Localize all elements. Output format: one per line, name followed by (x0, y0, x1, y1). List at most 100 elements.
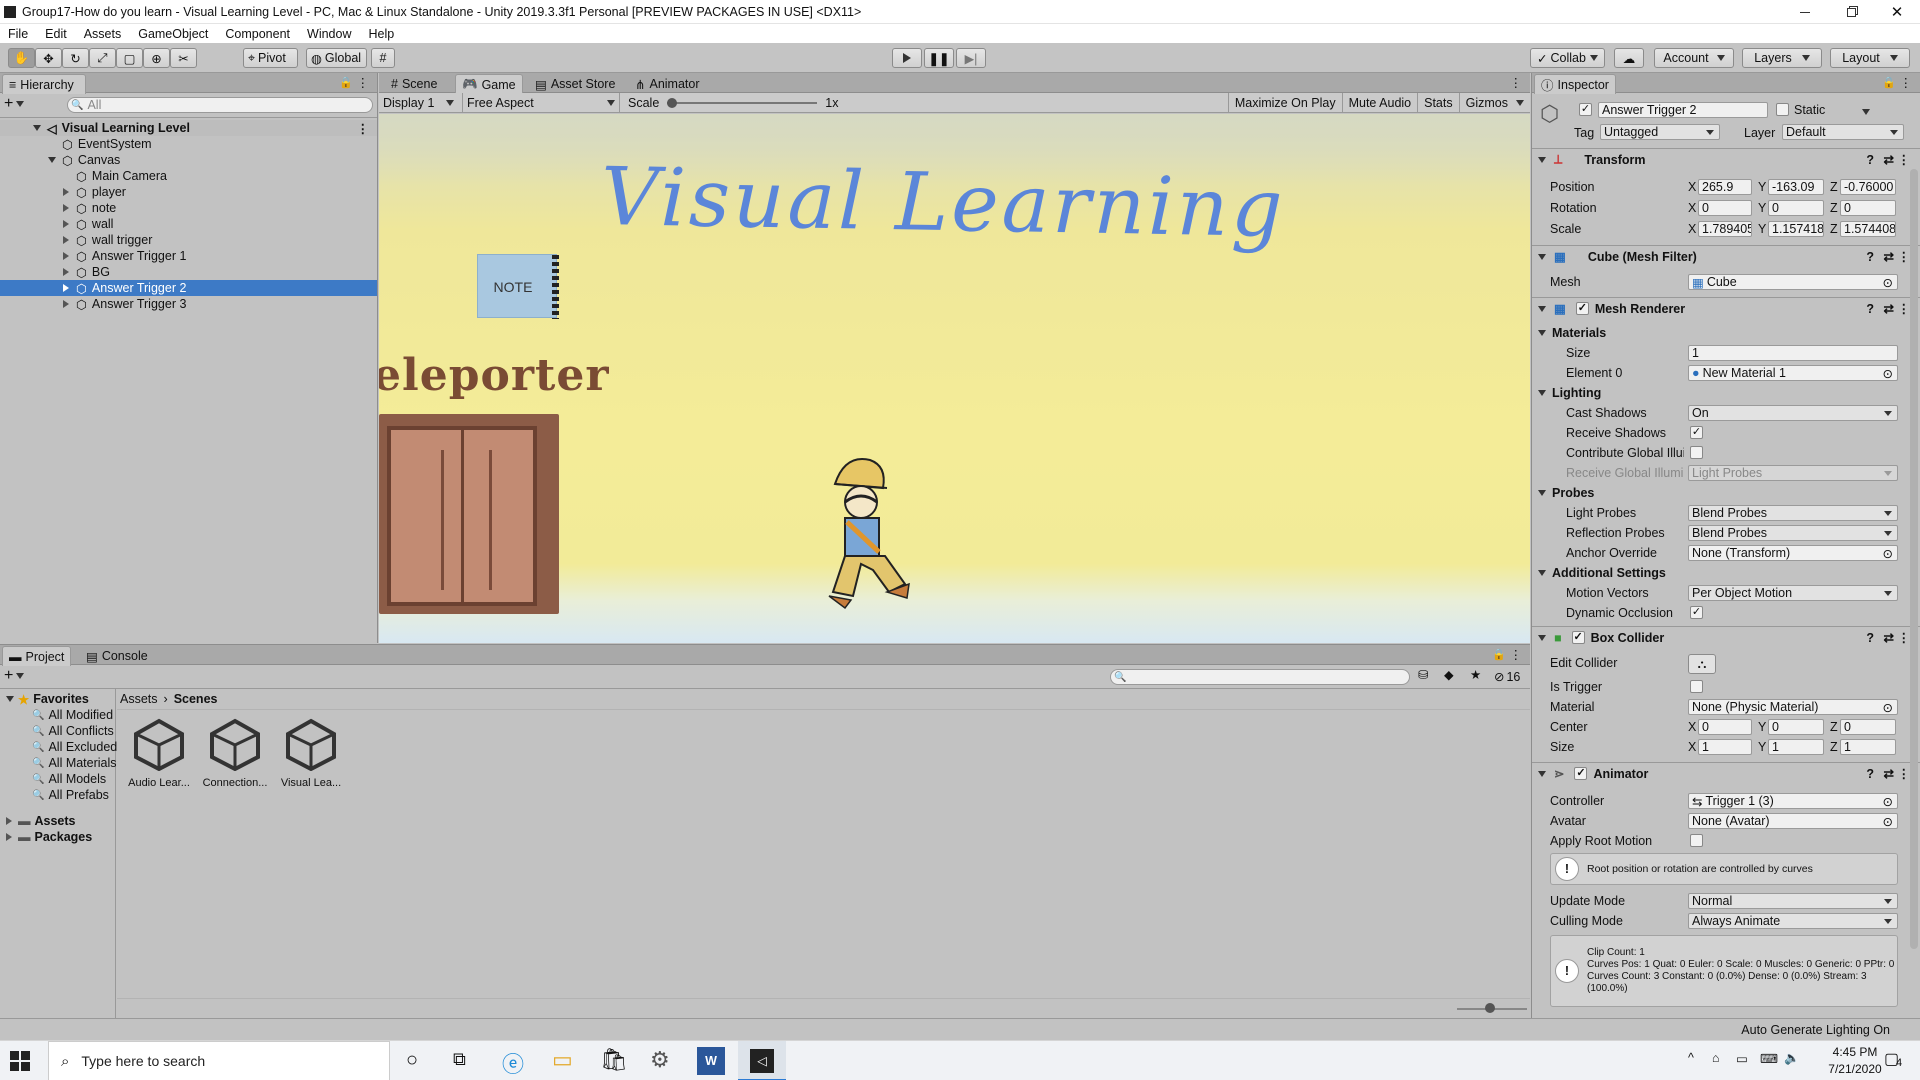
tab-game[interactable]: 🎮 Game (455, 74, 523, 94)
motion-vectors-dropdown[interactable]: Per Object Motion (1688, 585, 1898, 601)
hierarchy-item-answer-trigger-1[interactable]: ⬡ Answer Trigger 1 (0, 248, 377, 264)
light-probes-dropdown[interactable]: Blend Probes (1688, 505, 1898, 521)
scale-z-input[interactable]: 1.574408 (1840, 221, 1896, 237)
asset-item[interactable]: Connection... (202, 717, 268, 797)
file-explorer-icon[interactable]: ▭ (552, 1047, 573, 1073)
kebab-menu-icon[interactable]: ⋮ (1898, 301, 1911, 316)
help-icon[interactable]: ? (1866, 153, 1874, 167)
scale-tool-button[interactable]: ⤢ (89, 48, 116, 68)
gizmos-dropdown[interactable]: Gizmos (1458, 93, 1530, 113)
controller-field[interactable]: ⇆ Trigger 1 (3) ⊙ (1688, 793, 1898, 809)
rotation-z-input[interactable]: 0 (1840, 200, 1896, 216)
player-character[interactable] (815, 452, 915, 614)
help-icon[interactable]: ? (1866, 631, 1874, 645)
center-z-input[interactable]: 0 (1840, 719, 1896, 735)
breadcrumb-assets[interactable]: Assets (120, 692, 158, 706)
active-checkbox[interactable]: ✓ (1579, 103, 1592, 116)
collab-dropdown[interactable]: ✓ Collab (1530, 48, 1605, 68)
avatar-field[interactable]: None (Avatar) ⊙ (1688, 813, 1898, 829)
volume-icon[interactable]: 🔈 (1784, 1051, 1800, 1066)
assets-folder[interactable]: ▬ Assets (0, 813, 115, 829)
star-icon[interactable]: ★ (1470, 667, 1481, 682)
rotate-tool-button[interactable]: ↻ (62, 48, 89, 68)
hierarchy-item-wall-trigger[interactable]: ⬡ wall trigger (0, 232, 377, 248)
rotation-y-input[interactable]: 0 (1768, 200, 1824, 216)
keyboard-icon[interactable]: ⌨ (1760, 1051, 1778, 1066)
scale-slider[interactable] (667, 93, 818, 113)
materials-size-input[interactable]: 1 (1688, 345, 1898, 361)
dynamic-occlusion-checkbox[interactable]: ✓ (1690, 606, 1703, 619)
transform-tool-button[interactable]: ⊕ (143, 48, 170, 68)
hierarchy-item-main-camera[interactable]: ⬡ Main Camera (0, 168, 377, 184)
chevron-up-icon[interactable]: ^ (1688, 1051, 1694, 1065)
favorite-item[interactable]: 🔍 All Materials (0, 755, 117, 771)
size-x-input[interactable]: 1 (1698, 739, 1752, 755)
object-picker-icon[interactable]: ⊙ (1883, 794, 1893, 809)
slider-thumb[interactable] (1485, 1003, 1495, 1013)
move-tool-button[interactable]: ✥ (35, 48, 62, 68)
scene-root[interactable]: ◁ Visual Learning Level ⋮ (0, 120, 377, 136)
create-button[interactable]: + (4, 95, 25, 113)
menu-component[interactable]: Component (223, 27, 290, 41)
kebab-menu-icon[interactable]: ⋮ (1898, 152, 1911, 167)
pivot-toggle[interactable]: ⌖ Pivot (243, 48, 298, 68)
kebab-menu-icon[interactable]: ⋮ (1898, 766, 1911, 781)
layers-dropdown[interactable]: Layers (1742, 48, 1822, 68)
pause-button[interactable]: ❚❚ (924, 48, 954, 68)
preset-icon[interactable]: ⇄ (1884, 766, 1894, 781)
position-z-input[interactable]: -0.76000 (1840, 179, 1896, 195)
label-icon[interactable]: ◆ (1444, 667, 1454, 682)
component-enabled-checkbox[interactable]: ✓ (1571, 631, 1585, 644)
edit-collider-button[interactable]: ⛬ (1688, 654, 1716, 674)
component-enabled-checkbox[interactable]: ✓ (1574, 767, 1588, 780)
center-x-input[interactable]: 0 (1698, 719, 1752, 735)
additional-settings-section[interactable]: Additional Settings (1538, 566, 1666, 580)
element0-field[interactable]: ● New Material 1 ⊙ (1688, 365, 1898, 381)
object-picker-icon[interactable]: ⊙ (1883, 546, 1893, 561)
battery-icon[interactable]: ▭ (1736, 1051, 1748, 1066)
kebab-menu-icon[interactable]: ⋮ (1510, 75, 1523, 90)
mesh-filter-component-header[interactable]: ▦ Cube (Mesh Filter) ? ⇄ ⋮ (1532, 245, 1920, 267)
kebab-menu-icon[interactable]: ⋮ (357, 121, 370, 136)
hierarchy-search-input[interactable]: 🔍 All (67, 97, 373, 113)
favorite-item[interactable]: 🔍 All Prefabs (0, 787, 115, 803)
task-view-icon[interactable]: ⧉ (453, 1049, 466, 1070)
menu-help[interactable]: Help (366, 27, 394, 41)
object-picker-icon[interactable]: ⊙ (1883, 814, 1893, 829)
reflection-probes-dropdown[interactable]: Blend Probes (1688, 525, 1898, 541)
snap-button[interactable]: # (371, 48, 395, 68)
preset-icon[interactable]: ⇄ (1884, 630, 1894, 645)
object-name-input[interactable]: Answer Trigger 2 (1598, 102, 1768, 118)
preset-icon[interactable]: ⇄ (1884, 301, 1894, 316)
tab-project[interactable]: ▬ Project (2, 646, 72, 666)
global-toggle[interactable]: ◍ Global (306, 48, 367, 68)
hierarchy-item-answer-trigger-3[interactable]: ⬡ Answer Trigger 3 (0, 296, 377, 312)
close-window-button[interactable]: ✕ (1874, 0, 1920, 24)
mesh-renderer-component-header[interactable]: ▦ ✓ Mesh Renderer ? ⇄ ⋮ (1532, 297, 1920, 319)
project-search-input[interactable]: 🔍 (1110, 669, 1410, 685)
lock-icon[interactable]: 🔒 (339, 76, 353, 89)
edge-browser-icon[interactable]: ⓔ (502, 1047, 524, 1079)
hierarchy-item-wall[interactable]: ⬡ wall (0, 216, 377, 232)
cortana-icon[interactable]: ○ (406, 1049, 418, 1072)
tab-inspector[interactable]: ⓘ Inspector (1534, 74, 1616, 94)
rect-tool-button[interactable]: ▢ (116, 48, 143, 68)
object-picker-icon[interactable]: ⊙ (1883, 700, 1893, 715)
stats-toggle[interactable]: Stats (1417, 93, 1459, 113)
hierarchy-item-player[interactable]: ⬡ player (0, 184, 377, 200)
tab-asset-store[interactable]: ▤ Asset Store (529, 74, 621, 94)
component-enabled-checkbox[interactable]: ✓ (1575, 302, 1589, 315)
is-trigger-checkbox[interactable] (1690, 680, 1703, 693)
help-icon[interactable]: ? (1866, 302, 1874, 316)
help-icon[interactable]: ? (1866, 250, 1874, 264)
menu-gameobject[interactable]: GameObject (136, 27, 208, 41)
preset-icon[interactable]: ⇄ (1884, 152, 1894, 167)
windows-start-button[interactable] (10, 1051, 30, 1071)
kebab-menu-icon[interactable]: ⋮ (1510, 647, 1523, 662)
contribute-gi-checkbox[interactable] (1690, 446, 1703, 459)
word-icon[interactable]: W (697, 1047, 725, 1075)
box-collider-component-header[interactable]: ■ ✓ Box Collider ? ⇄ ⋮ (1532, 626, 1920, 648)
teleporter-door[interactable] (387, 426, 537, 606)
tab-scene[interactable]: # Scene (385, 74, 443, 94)
lock-icon[interactable]: 🔒 (1492, 648, 1506, 661)
